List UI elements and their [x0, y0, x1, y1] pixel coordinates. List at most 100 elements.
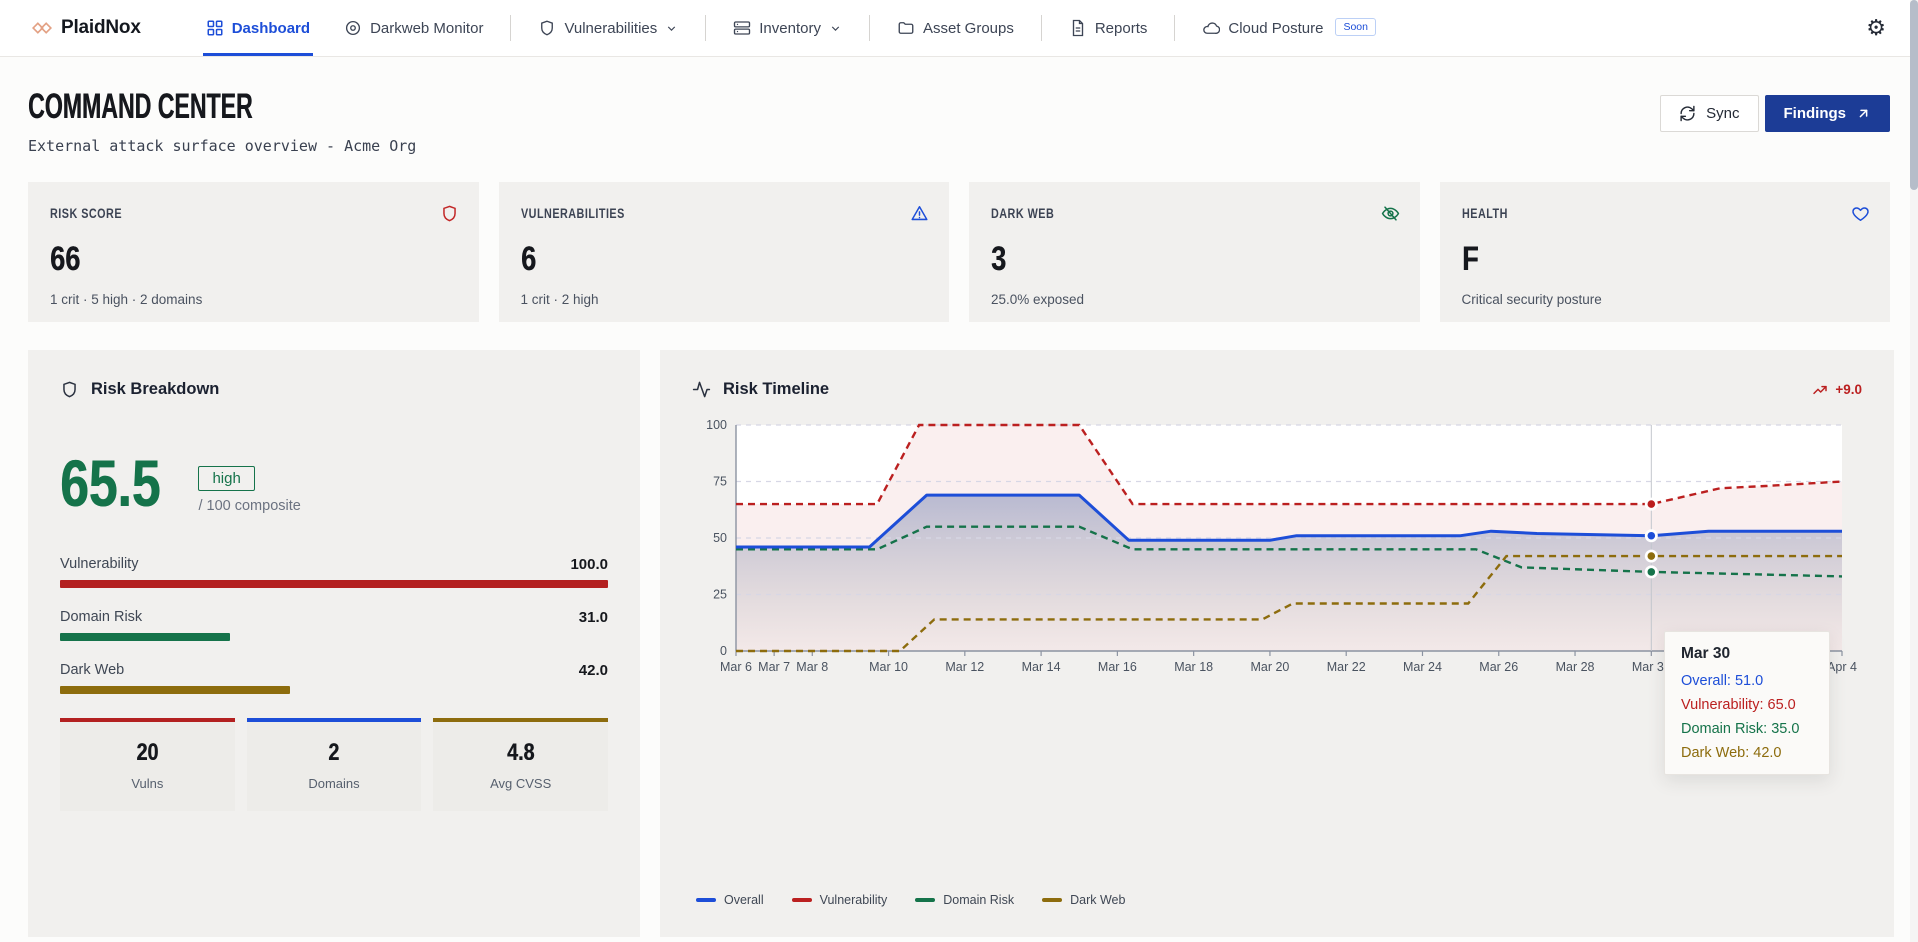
nav-item-cloud-posture[interactable]: Cloud Posture Soon — [1185, 0, 1393, 56]
findings-button[interactable]: Findings — [1765, 95, 1891, 132]
nav-item-label: Dashboard — [232, 20, 310, 37]
nav-item-inventory[interactable]: Inventory — [716, 0, 859, 56]
mini-stat-card: 4.8 Avg CVSS — [433, 718, 608, 811]
scrollbar-thumb[interactable] — [1910, 0, 1918, 190]
tooltip-date: Mar 30 — [1681, 645, 1813, 663]
risk-timeline-chart[interactable]: 0255075100Mar 6Mar 7Mar 8Mar 10Mar 12Mar… — [692, 413, 1862, 679]
risk-bar: Dark Web 42.0 — [60, 662, 608, 694]
risk-bar: Domain Risk 31.0 — [60, 609, 608, 641]
folder-icon — [897, 19, 915, 37]
svg-text:Mar 6: Mar 6 — [720, 660, 752, 674]
legend-item-domain-risk[interactable]: Domain Risk — [915, 893, 1014, 907]
grid-icon — [206, 19, 224, 37]
svg-text:Apr 4: Apr 4 — [1827, 660, 1857, 674]
legend-swatch — [1042, 898, 1062, 902]
svg-text:25: 25 — [713, 588, 727, 602]
svg-text:Mar 8: Mar 8 — [796, 660, 828, 674]
stat-card-subtext: 1 crit · 2 high — [521, 292, 928, 307]
nav-item-dashboard[interactable]: Dashboard — [189, 0, 327, 56]
chevron-down-icon — [829, 22, 842, 35]
risk-timeline-panel: Risk Timeline +9.0 0255075100Mar 6Mar 7M… — [660, 350, 1894, 937]
risk-bar-value: 100.0 — [570, 556, 608, 573]
stat-card-label: DARK WEB — [991, 206, 1054, 221]
sync-button[interactable]: Sync — [1660, 95, 1758, 132]
stat-card-value: F — [1462, 242, 1479, 276]
alert-triangle-icon — [910, 204, 929, 228]
mini-stat-value: 4.8 — [507, 739, 534, 767]
soon-badge: Soon — [1335, 18, 1376, 36]
eye-ring-icon — [344, 19, 362, 37]
composite-score: 65.5 — [60, 453, 160, 514]
risk-bar-fill — [60, 633, 230, 641]
risk-timeline-title: Risk Timeline — [723, 380, 829, 399]
stat-card-subtext: 1 crit · 5 high · 2 domains — [50, 292, 457, 307]
page-title: COMMAND CENTER — [28, 87, 253, 127]
stat-card-label: HEALTH — [1462, 206, 1508, 221]
nav-items: Dashboard Darkweb Monitor Vulnerabilitie… — [189, 0, 1393, 56]
shield-icon — [440, 204, 459, 228]
nav-item-label: Asset Groups — [923, 20, 1014, 37]
mini-stat-label: Vulns — [60, 776, 235, 791]
legend-label: Domain Risk — [943, 893, 1014, 907]
svg-text:Mar 28: Mar 28 — [1556, 660, 1595, 674]
brand[interactable]: PlaidNox — [32, 17, 141, 39]
server-icon — [733, 19, 751, 37]
svg-text:Mar 26: Mar 26 — [1479, 660, 1518, 674]
risk-bar-label: Vulnerability — [60, 556, 138, 573]
svg-text:Mar 12: Mar 12 — [945, 660, 984, 674]
risk-bar-track — [60, 686, 608, 694]
mini-stat-label: Domains — [247, 776, 422, 791]
sync-button-label: Sync — [1706, 105, 1739, 122]
refresh-icon — [1679, 105, 1696, 122]
page-header: COMMAND CENTER External attack surface o… — [28, 87, 1890, 155]
nav-item-reports[interactable]: Reports — [1052, 0, 1165, 56]
severity-badge: high — [198, 466, 254, 491]
svg-text:Mar 16: Mar 16 — [1098, 660, 1137, 674]
activity-icon — [692, 380, 711, 399]
svg-text:Mar 20: Mar 20 — [1250, 660, 1289, 674]
nav-divider — [1041, 15, 1042, 41]
nav-item-label: Cloud Posture — [1228, 20, 1323, 37]
eye-off-icon — [1381, 204, 1400, 228]
trend-delta: +9.0 — [1812, 382, 1862, 398]
nav-divider — [705, 15, 706, 41]
risk-bar-label: Domain Risk — [60, 609, 142, 626]
tooltip-row: Dark Web: 42.0 — [1681, 745, 1813, 761]
nav-item-vulnerabilities[interactable]: Vulnerabilities — [521, 0, 695, 56]
svg-text:Mar 22: Mar 22 — [1327, 660, 1366, 674]
legend-item-dark-web[interactable]: Dark Web — [1042, 893, 1125, 907]
legend-swatch — [915, 898, 935, 902]
svg-text:Mar 10: Mar 10 — [869, 660, 908, 674]
settings-gear-icon[interactable]: ⚙ — [1864, 15, 1888, 41]
risk-bar-value: 31.0 — [579, 609, 608, 626]
legend-item-overall[interactable]: Overall — [696, 893, 764, 907]
nav-divider — [869, 15, 870, 41]
trending-up-icon — [1812, 382, 1828, 398]
legend-item-vulnerability[interactable]: Vulnerability — [792, 893, 888, 907]
legend-swatch — [696, 898, 716, 902]
shield-icon — [538, 19, 556, 37]
nav-item-asset-groups[interactable]: Asset Groups — [880, 0, 1031, 56]
arrow-up-right-icon — [1856, 106, 1871, 121]
nav-item-label: Reports — [1095, 20, 1148, 37]
risk-breakdown-panel: Risk Breakdown 65.5 high / 100 composite… — [28, 350, 640, 937]
nav-item-darkweb-monitor[interactable]: Darkweb Monitor — [327, 0, 500, 56]
stat-card-label: VULNERABILITIES — [521, 206, 625, 221]
tooltip-row: Overall: 51.0 — [1681, 673, 1813, 689]
stat-card-subtext: 25.0% exposed — [991, 292, 1398, 307]
risk-bar-label: Dark Web — [60, 662, 124, 679]
risk-bars: Vulnerability 100.0 Domain Risk 31.0 Dar… — [60, 556, 608, 694]
stat-card-label: RISK SCORE — [50, 206, 122, 221]
trend-delta-value: +9.0 — [1835, 382, 1862, 397]
legend-label: Vulnerability — [820, 893, 888, 907]
nav-divider — [1174, 15, 1175, 41]
nav-divider — [510, 15, 511, 41]
mini-stat-value: 2 — [329, 739, 340, 767]
legend-swatch — [792, 898, 812, 902]
mini-stat-card: 20 Vulns — [60, 718, 235, 811]
nav-item-label: Vulnerabilities — [564, 20, 657, 37]
stat-card-vulnerabilities: VULNERABILITIES 6 1 crit · 2 high — [499, 182, 950, 322]
page-subtitle: External attack surface overview - Acme … — [28, 137, 416, 155]
stat-card-risk-score: RISK SCORE 66 1 crit · 5 high · 2 domain… — [28, 182, 479, 322]
nav-item-label: Inventory — [759, 20, 821, 37]
